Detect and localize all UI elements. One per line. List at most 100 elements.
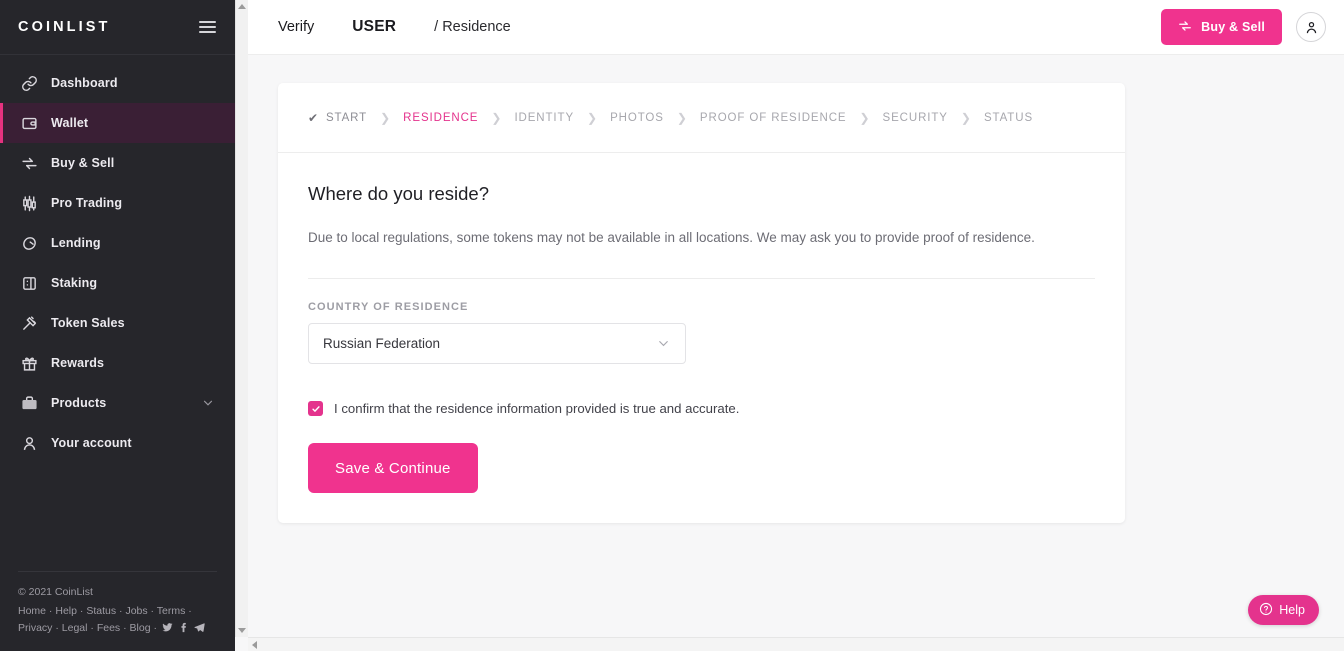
sidebar-item-dashboard[interactable]: Dashboard <box>0 63 235 103</box>
acorn-icon <box>21 235 51 252</box>
chevron-down-icon <box>656 336 671 351</box>
breadcrumb-user[interactable]: USER <box>352 18 396 36</box>
footer-link-legal[interactable]: Legal <box>62 622 88 634</box>
footer-link-jobs[interactable]: Jobs <box>125 605 147 617</box>
sidebar-item-label: Rewards <box>51 356 105 370</box>
sidebar-item-token-sales[interactable]: Token Sales <box>0 303 235 343</box>
gavel-icon <box>21 315 51 332</box>
buy-sell-button[interactable]: Buy & Sell <box>1161 9 1282 45</box>
footer-link-terms[interactable]: Terms <box>157 605 186 617</box>
copyright-text: © 2021 CoinList <box>18 586 93 598</box>
sidebar-item-label: Your account <box>51 436 132 450</box>
question-circle-icon <box>1259 602 1273 619</box>
step-separator: ❯ <box>960 110 971 125</box>
step-label: SECURITY <box>882 111 948 124</box>
vertical-scrollbar[interactable] <box>235 0 248 637</box>
scroll-left-arrow[interactable] <box>252 640 257 649</box>
country-field-label: COUNTRY OF RESIDENCE <box>308 301 469 313</box>
stake-icon <box>21 275 51 292</box>
sidebar: COINLIST Dashboard Wallet Buy & Sell Pro… <box>0 0 235 651</box>
step-label: IDENTITY <box>514 111 575 124</box>
description-text: Due to local regulations, some tokens ma… <box>308 230 1035 245</box>
topbar-actions: Buy & Sell <box>1161 9 1326 45</box>
scroll-up-arrow[interactable] <box>236 0 248 13</box>
scroll-down-arrow[interactable] <box>236 624 248 637</box>
step-identity[interactable]: IDENTITY <box>514 112 574 124</box>
sidebar-item-label: Token Sales <box>51 316 125 330</box>
sidebar-item-label: Pro Trading <box>51 196 123 210</box>
coinlist-logo[interactable]: COINLIST <box>18 19 110 35</box>
footer-link-status[interactable]: Status <box>86 605 116 617</box>
buy-sell-label: Buy & Sell <box>1201 20 1265 34</box>
step-label: PROOF OF RESIDENCE <box>699 111 847 124</box>
sidebar-item-label: Wallet <box>51 116 89 130</box>
sidebar-item-pro-trading[interactable]: Pro Trading <box>0 183 235 223</box>
card-body: Where do you reside? Due to local regula… <box>278 153 1125 523</box>
footer-link-help[interactable]: Help <box>55 605 77 617</box>
sidebar-item-staking[interactable]: Staking <box>0 263 235 303</box>
horizontal-scrollbar[interactable] <box>248 637 1344 651</box>
confirm-checkbox[interactable] <box>308 401 323 416</box>
step-separator: ❯ <box>676 110 687 125</box>
swap-icon <box>21 155 51 172</box>
footer-links-line1: Home · Help · Status · Jobs · Terms · <box>18 605 192 617</box>
save-continue-button[interactable]: Save & Continue <box>308 443 478 493</box>
briefcase-icon <box>21 395 51 412</box>
breadcrumb-verify[interactable]: Verify <box>278 19 314 35</box>
confirm-label: I confirm that the residence information… <box>334 401 740 416</box>
gift-icon <box>21 355 51 372</box>
country-select[interactable]: Russian Federation <box>308 323 686 364</box>
step-residence[interactable]: RESIDENCE <box>403 112 478 124</box>
confirm-row: I confirm that the residence information… <box>308 401 1095 416</box>
step-security[interactable]: SECURITY <box>883 112 948 124</box>
sidebar-header: COINLIST <box>0 0 235 55</box>
sidebar-item-products[interactable]: Products <box>0 383 235 423</box>
sidebar-item-rewards[interactable]: Rewards <box>0 343 235 383</box>
help-label: Help <box>1279 603 1305 617</box>
verification-steps: ✔ START ❯ RESIDENCE ❯ IDENTITY ❯ PHOTOS <box>278 83 1125 153</box>
footer-link-blog[interactable]: Blog <box>130 622 151 634</box>
footer-link-privacy[interactable]: Privacy <box>18 622 52 634</box>
sidebar-item-label: Buy & Sell <box>51 156 115 170</box>
sidebar-footer: © 2021 CoinList Home · Help · Status · J… <box>18 571 217 651</box>
footer-link-fees[interactable]: Fees <box>97 622 120 634</box>
topbar: Verify USER / Residence Buy & Sell <box>248 0 1344 55</box>
step-label: RESIDENCE <box>403 111 479 124</box>
sidebar-nav: Dashboard Wallet Buy & Sell Pro Trading <box>0 55 235 463</box>
sidebar-item-buy-sell[interactable]: Buy & Sell <box>0 143 235 183</box>
step-separator: ❯ <box>491 110 502 125</box>
sidebar-item-label: Products <box>51 396 107 410</box>
twitter-icon <box>162 623 173 632</box>
sidebar-item-wallet[interactable]: Wallet <box>0 103 235 143</box>
person-icon <box>21 435 51 452</box>
sidebar-item-label: Dashboard <box>51 76 118 90</box>
step-label: START <box>325 111 368 124</box>
main-area: Verify USER / Residence Buy & Sell ✔ STA… <box>248 0 1344 651</box>
sidebar-item-label: Staking <box>51 276 98 290</box>
help-button[interactable]: Help <box>1248 595 1319 625</box>
social-links <box>162 622 205 633</box>
step-photos[interactable]: PHOTOS <box>610 112 664 124</box>
wallet-icon <box>21 115 51 132</box>
step-separator: ❯ <box>859 110 870 125</box>
footer-link-home[interactable]: Home <box>18 605 46 617</box>
step-label: PHOTOS <box>610 111 664 124</box>
chevron-down-icon[interactable] <box>201 396 215 410</box>
step-proof-of-residence[interactable]: PROOF OF RESIDENCE <box>700 112 847 124</box>
link-icon <box>21 75 51 92</box>
page-title: Where do you reside? <box>308 183 489 204</box>
divider <box>308 278 1095 279</box>
sidebar-item-lending[interactable]: Lending <box>0 223 235 263</box>
step-separator: ❯ <box>587 110 598 125</box>
step-status[interactable]: STATUS <box>984 112 1033 124</box>
content-area: ✔ START ❯ RESIDENCE ❯ IDENTITY ❯ PHOTOS <box>248 55 1344 651</box>
step-separator: ❯ <box>380 110 391 125</box>
sidebar-item-your-account[interactable]: Your account <box>0 423 235 463</box>
account-avatar[interactable] <box>1296 12 1326 42</box>
residence-card: ✔ START ❯ RESIDENCE ❯ IDENTITY ❯ PHOTOS <box>278 83 1125 523</box>
check-icon: ✔ <box>308 110 319 125</box>
hamburger-icon[interactable] <box>198 17 217 37</box>
swap-icon <box>1178 19 1192 36</box>
step-start[interactable]: ✔ START <box>308 111 367 125</box>
